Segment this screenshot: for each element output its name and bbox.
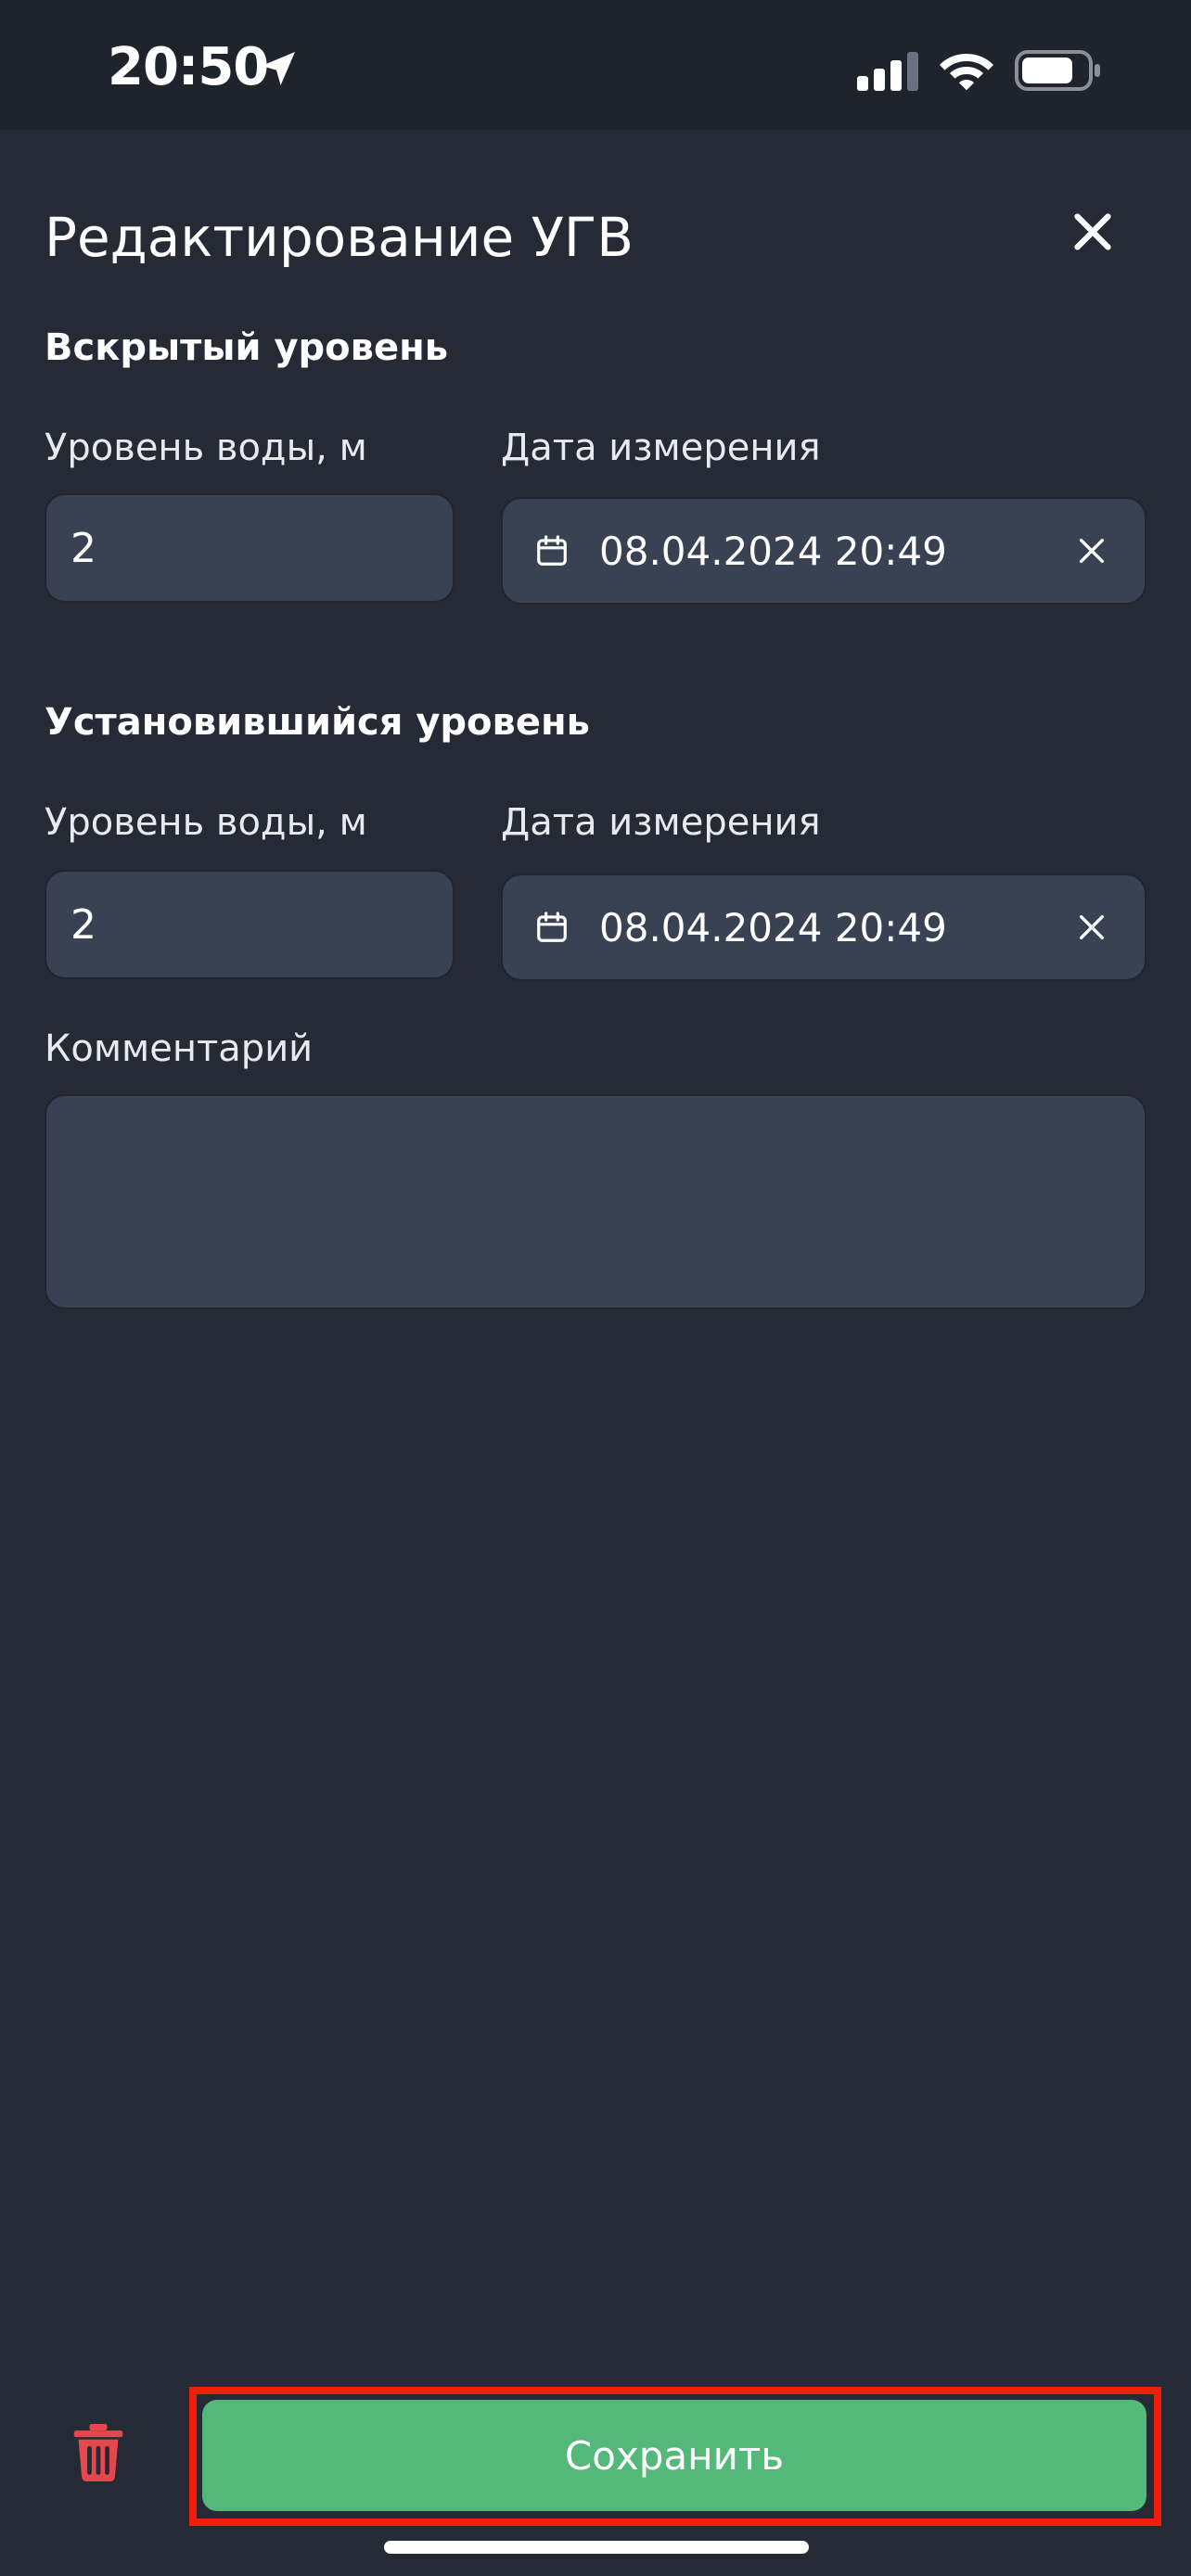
comment-textarea[interactable] [45,1094,1146,1309]
section-title-steady-level: Установившийся уровень [45,701,590,744]
save-button[interactable]: Сохранить [202,2400,1146,2511]
date-label: Дата измерения [501,801,821,844]
location-arrow-icon [262,52,295,85]
calendar-icon [537,912,567,942]
edit-ugv-screen: 20:50 Редактирование УГВ Вскрытый уровен… [0,0,1191,2576]
status-time: 20:50 [108,37,269,97]
cellular-signal-icon [857,52,918,91]
comment-label: Комментарий [45,1027,314,1070]
date-value: 08.04.2024 20:49 [599,904,947,950]
date-picker-input[interactable]: 08.04.2024 20:49 [501,874,1146,981]
water-level-input[interactable]: 2 [45,870,455,979]
date-value: 08.04.2024 20:49 [599,528,947,574]
calendar-icon [537,535,567,566]
water-level-value: 2 [70,900,96,949]
clear-date-icon[interactable] [1076,535,1108,567]
page-title: Редактирование УГВ [45,206,634,269]
wifi-icon [940,54,993,91]
date-picker-input[interactable]: 08.04.2024 20:49 [501,497,1146,605]
delete-trash-icon[interactable] [70,2424,126,2481]
water-level-value: 2 [70,524,96,572]
date-label: Дата измерения [501,427,821,469]
water-level-label: Уровень воды, м [45,801,367,844]
water-level-label: Уровень воды, м [45,427,367,469]
status-bar: 20:50 [0,0,1191,130]
section-title-opened-level: Вскрытый уровень [45,326,449,369]
clear-date-icon[interactable] [1076,912,1108,943]
close-icon [1074,213,1111,250]
water-level-input[interactable]: 2 [45,493,455,603]
battery-icon [1015,50,1100,91]
home-indicator [384,2541,809,2554]
close-button[interactable] [1067,206,1119,258]
